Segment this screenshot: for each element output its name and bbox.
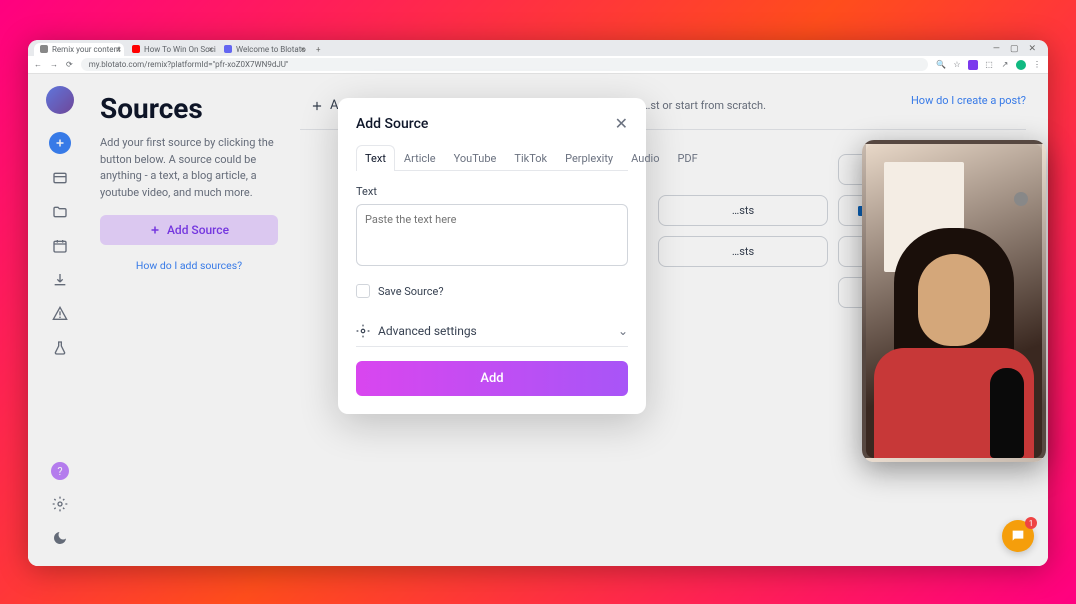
forward-button[interactable]: → [50,60,58,69]
new-tab-button[interactable]: + [310,45,327,54]
maximize-button[interactable]: ▢ [1010,44,1019,54]
tab-pdf[interactable]: PDF [668,145,706,171]
partial-tile-2[interactable]: …sts [658,236,828,267]
star-icon[interactable]: ☆ [952,60,962,70]
how-create-post-link[interactable]: How do I create a post? [911,94,1026,107]
chat-button[interactable]: 1 [1002,520,1034,552]
browser-tab-1[interactable]: How To Win On Social Media t… × [126,43,216,56]
help-icon[interactable]: ? [51,462,69,480]
add-button[interactable]: Add [356,361,628,396]
save-source-label: Save Source? [378,285,444,298]
extension-icon[interactable] [968,60,978,70]
person-silhouette [874,228,1034,458]
tab-perplexity[interactable]: Perplexity [556,145,622,171]
extension-icon[interactable]: ⬚ [984,60,994,70]
profile-avatar[interactable] [1016,60,1026,70]
zoom-icon[interactable]: 🔍 [936,60,946,70]
add-button-label: Add [480,371,503,386]
add-icon[interactable] [49,132,71,154]
tile-label: …sts [732,245,754,258]
sidebar: ? [28,74,92,566]
folder-icon[interactable] [50,202,70,222]
hint-text: …st or start from scratch. [643,99,766,112]
chat-badge: 1 [1025,517,1037,529]
advanced-label: Advanced settings [378,324,477,338]
partial-tile[interactable]: …sts [658,195,828,226]
chevron-down-icon: ⌄ [618,324,628,338]
tab-youtube[interactable]: YouTube [445,145,506,171]
plus-icon [310,99,324,113]
tab-audio[interactable]: Audio [622,145,668,171]
tab-article[interactable]: Article [395,145,445,171]
logo[interactable] [46,86,74,114]
webcam-overlay [862,140,1046,462]
tile-label: …sts [732,204,754,217]
tab-label: Welcome to Blotato | by Sabri… [236,45,308,54]
advanced-settings-toggle[interactable]: Advanced settings ⌄ [356,316,628,347]
source-text-input[interactable] [356,204,628,266]
tab-text[interactable]: Text [356,145,395,171]
flask-icon[interactable] [50,338,70,358]
close-window-button[interactable]: ✕ [1028,44,1036,54]
text-field-label: Text [356,185,628,198]
warning-icon[interactable] [50,304,70,324]
modal-title: Add Source [356,116,428,132]
favicon-icon [40,45,48,53]
sources-desc: Add your first source by clicking the bu… [100,135,278,201]
reload-button[interactable]: ⟳ [66,60,73,69]
plus-icon [149,224,161,236]
window-controls: — ▢ ✕ [993,44,1042,54]
inbox-icon[interactable] [50,168,70,188]
tab-label: How To Win On Social Media t… [144,45,216,54]
url-text: my.blotato.com/remix?platformId="pfr-xoZ… [89,60,289,69]
url-bar: ← → ⟳ my.blotato.com/remix?platformId="p… [28,56,1048,74]
back-button[interactable]: ← [34,60,42,69]
modal-close-button[interactable]: ✕ [615,114,628,133]
tab-bar: Remix your content × How To Win On Socia… [28,40,1048,56]
add-source-label: Add Source [167,223,229,237]
download-icon[interactable] [50,270,70,290]
browser-tab-0[interactable]: Remix your content × [34,43,124,56]
tab-label: Remix your content [52,45,121,54]
address-field[interactable]: my.blotato.com/remix?platformId="pfr-xoZ… [81,58,928,71]
how-add-sources-link[interactable]: How do I add sources? [100,259,278,272]
tab-tiktok[interactable]: TikTok [505,145,556,171]
close-icon[interactable]: × [117,45,121,54]
favicon-icon [132,45,140,53]
save-source-checkbox[interactable] [356,284,370,298]
chat-icon [1010,528,1026,544]
modal-tabs: Text Article YouTube TikTok Perplexity A… [356,145,628,171]
close-icon[interactable]: × [301,45,305,54]
settings-icon[interactable] [50,494,70,514]
page-title: Sources [100,92,278,125]
extension-icon[interactable]: ↗ [1000,60,1010,70]
close-icon[interactable]: × [209,45,213,54]
add-source-button[interactable]: Add Source [100,215,278,245]
gear-icon [356,324,370,338]
calendar-icon[interactable] [50,236,70,256]
minimize-button[interactable]: — [993,44,1000,54]
theme-icon[interactable] [50,528,70,548]
add-source-modal: Add Source ✕ Text Article YouTube TikTok… [338,98,646,414]
sources-pane: Sources Add your first source by clickin… [100,92,278,548]
favicon-icon [224,45,232,53]
menu-icon[interactable]: ⋮ [1032,60,1042,70]
browser-tab-2[interactable]: Welcome to Blotato | by Sabri… × [218,43,308,56]
